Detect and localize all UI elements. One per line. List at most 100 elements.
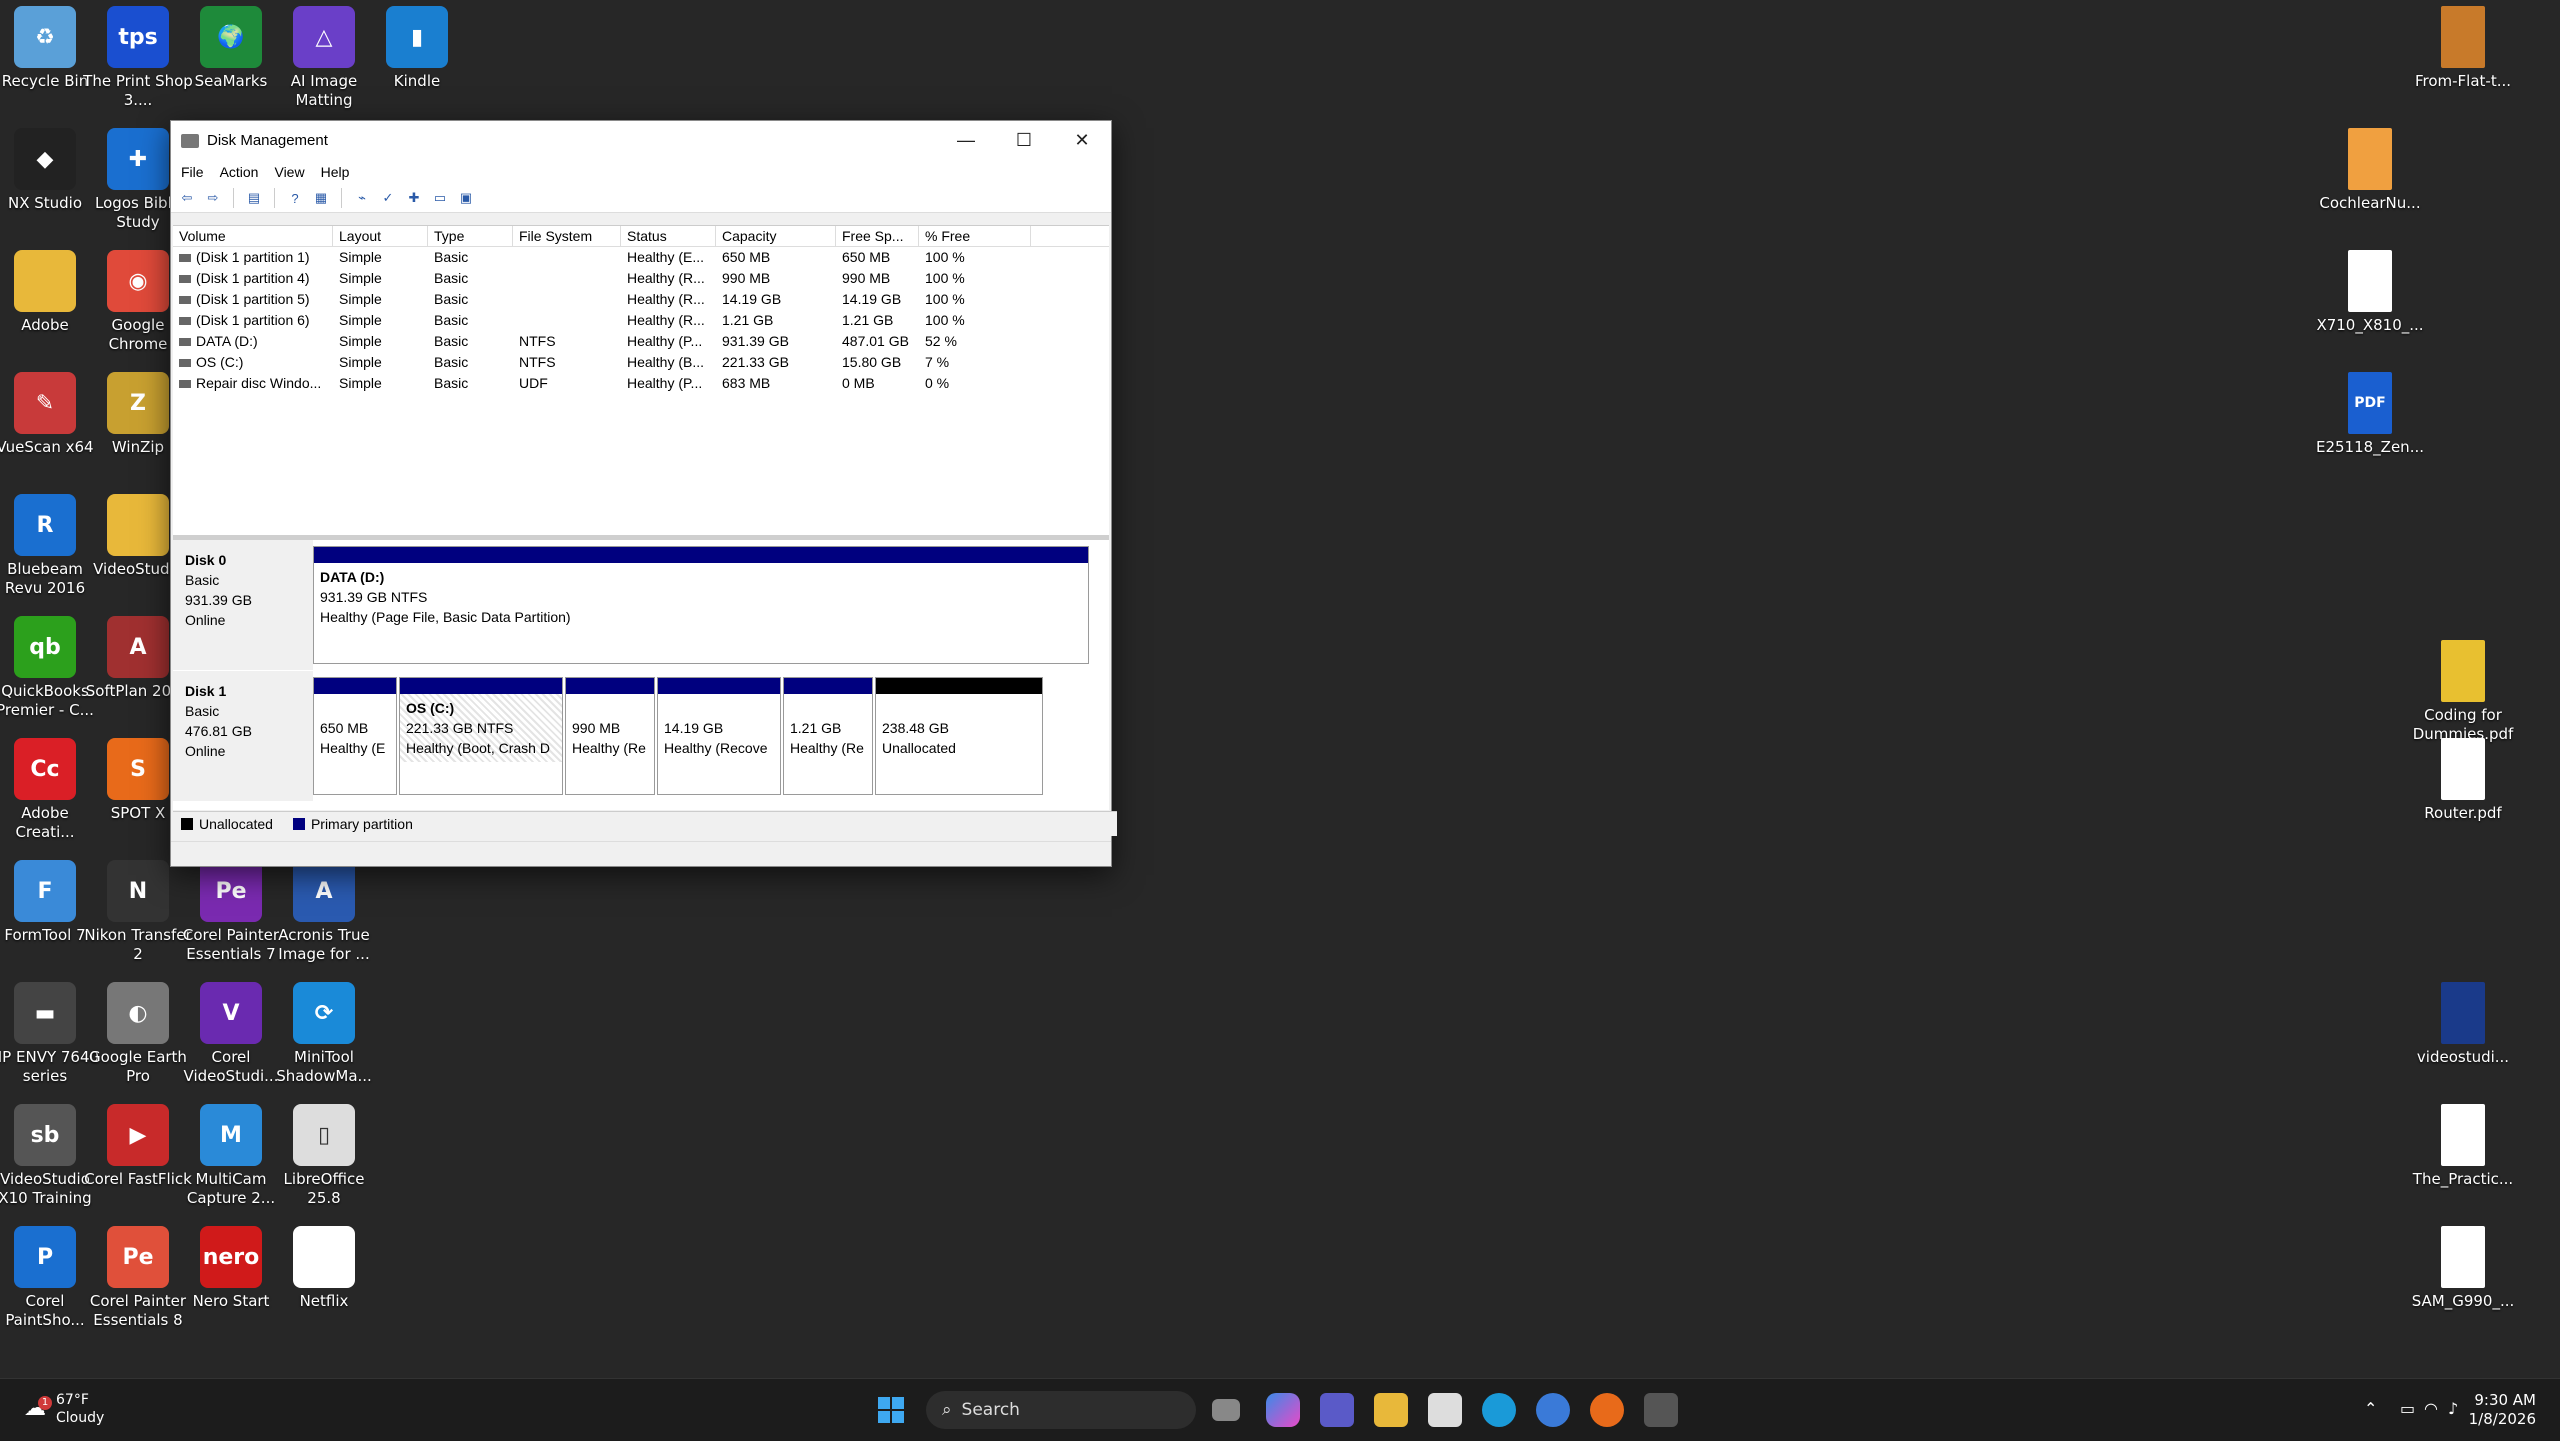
table-cell: 221.33 GB: [722, 354, 789, 370]
desktop-icon[interactable]: Netflix: [269, 1226, 379, 1311]
desktop-icon[interactable]: SAM_G990_...: [2408, 1226, 2518, 1311]
back-arrow-icon[interactable]: ⇦: [177, 188, 197, 208]
chevron-up-icon[interactable]: ⌃: [2364, 1399, 2377, 1418]
partition-segment[interactable]: 14.19 GB Healthy (Recove: [657, 677, 781, 795]
menu-action[interactable]: Action: [220, 164, 259, 180]
clock[interactable]: 9:30 AM 1/8/2026: [2469, 1391, 2536, 1429]
task-view-icon[interactable]: [1212, 1399, 1240, 1421]
disk-management-taskbar-icon[interactable]: [1644, 1393, 1678, 1427]
col-layout[interactable]: Layout: [333, 226, 428, 246]
desktop-icon[interactable]: CochlearNu...: [2315, 128, 2425, 213]
start-button[interactable]: [874, 1393, 908, 1427]
desktop-icon[interactable]: Coding for Dummies.pdf: [2408, 640, 2518, 744]
table-cell: Healthy (R...: [627, 312, 705, 328]
table-row[interactable]: (Disk 1 partition 5) Simple Basic Healthy (…: [173, 289, 1109, 310]
menu-view[interactable]: View: [274, 164, 304, 180]
maximize-button[interactable]: ☐: [995, 121, 1053, 160]
disk-1-row: Disk 1 Basic 476.81 GB Online 650 MB Heal…: [173, 671, 1109, 801]
desktop-icon[interactable]: ▮ Kindle: [362, 6, 472, 91]
desktop-icon-label: videostudi...: [2416, 1048, 2510, 1066]
partition-segment[interactable]: 650 MB Healthy (E: [313, 677, 397, 795]
col-volume[interactable]: Volume: [173, 226, 333, 246]
app-icon[interactable]: [1536, 1393, 1570, 1427]
edge-icon[interactable]: [1482, 1393, 1516, 1427]
desktop-icon[interactable]: Router.pdf: [2408, 738, 2518, 823]
desktop-icon[interactable]: The_Practic...: [2408, 1104, 2518, 1189]
properties-icon[interactable]: ▦: [311, 188, 331, 208]
table-cell: Basic: [434, 375, 469, 391]
partition-segment[interactable]: OS (C:) 221.33 GB NTFS Healthy (Boot, Cras…: [399, 677, 563, 795]
table-cell: [513, 310, 621, 331]
firefox-icon[interactable]: [1590, 1393, 1624, 1427]
table-cell: Simple: [339, 270, 382, 286]
help-icon[interactable]: ?: [285, 188, 305, 208]
primary-partition-band: [566, 678, 654, 694]
volume-icon[interactable]: ♪: [2448, 1399, 2458, 1418]
close-button[interactable]: ✕: [1053, 121, 1111, 160]
teams-icon[interactable]: [1320, 1393, 1354, 1427]
winzip-icon: Z: [107, 372, 169, 434]
partition-data-d[interactable]: DATA (D:) 931.39 GB NTFS Healthy (Page F…: [313, 546, 1089, 664]
weather-condition: Cloudy: [56, 1410, 105, 1426]
menu-help[interactable]: Help: [321, 164, 350, 180]
desktop-icon[interactable]: A Acronis True Image for ...: [269, 860, 379, 964]
table-cell: 14.19 GB: [722, 291, 782, 307]
table-cell: Simple: [339, 354, 382, 370]
table-cell: 990 MB: [842, 270, 891, 286]
col-free-space[interactable]: Free Sp...: [836, 226, 919, 246]
col-type[interactable]: Type: [428, 226, 513, 246]
minimize-button[interactable]: —: [937, 121, 995, 160]
file-explorer-icon[interactable]: [1374, 1393, 1408, 1427]
taskbar-search[interactable]: ⌕ Search: [926, 1391, 1196, 1429]
connect-icon[interactable]: ⌁: [352, 188, 372, 208]
desktop-icon[interactable]: videostudi...: [2408, 982, 2518, 1067]
menu-file[interactable]: File: [181, 164, 204, 180]
show-hide-console-icon[interactable]: ▤: [244, 188, 264, 208]
disk-0-label[interactable]: Disk 0 Basic 931.39 GB Online: [173, 540, 313, 670]
table-cell: Healthy (R...: [627, 270, 705, 286]
weather-temp: 67°F: [56, 1392, 89, 1408]
table-cell: UDF: [519, 375, 548, 391]
col-status[interactable]: Status: [621, 226, 716, 246]
table-row[interactable]: (Disk 1 partition 6) Simple Basic Healthy (…: [173, 310, 1109, 331]
microsoft-store-icon[interactable]: [1428, 1393, 1462, 1427]
open-folder-icon[interactable]: ▭: [430, 188, 450, 208]
title-bar[interactable]: Disk Management — ☐ ✕: [171, 121, 1111, 160]
checklist-icon[interactable]: ✓: [378, 188, 398, 208]
table-cell: 1.21 GB: [842, 312, 894, 328]
clock-time: 9:30 AM: [2474, 1391, 2536, 1409]
table-cell: Basic: [434, 354, 469, 370]
printer-icon: ▬: [14, 982, 76, 1044]
table-cell: 52 %: [925, 333, 957, 349]
unallocated-space[interactable]: 238.48 GB Unallocated: [875, 677, 1043, 795]
table-row[interactable]: (Disk 1 partition 4) Simple Basic Healthy (…: [173, 268, 1109, 289]
table-cell: 0 MB: [842, 375, 875, 391]
table-row[interactable]: OS (C:) Simple Basic NTFS Healthy (B... 221.3…: [173, 352, 1109, 373]
forward-arrow-icon[interactable]: ⇨: [203, 188, 223, 208]
table-cell: 100 %: [925, 291, 965, 307]
col-capacity[interactable]: Capacity: [716, 226, 836, 246]
partition-segment[interactable]: 1.21 GB Healthy (Re: [783, 677, 873, 795]
wifi-icon[interactable]: ◠: [2424, 1399, 2438, 1418]
new-folder-icon[interactable]: ✚: [404, 188, 424, 208]
primary-partition-band: [314, 678, 396, 694]
desktop-icon[interactable]: PDF E25118_Zen...: [2315, 372, 2425, 457]
col-percent-free[interactable]: % Free: [919, 226, 1031, 246]
quickbooks-icon: qb: [14, 616, 76, 678]
table-cell: Healthy (P...: [627, 333, 703, 349]
table-row[interactable]: DATA (D:) Simple Basic NTFS Healthy (P... 931…: [173, 331, 1109, 352]
recycle-bin-icon: ♻: [14, 6, 76, 68]
desktop-icon[interactable]: From-Flat-t...: [2408, 6, 2518, 91]
partition-segment[interactable]: 990 MB Healthy (Re: [565, 677, 655, 795]
weather-widget[interactable]: ☁ 1 67°F Cloudy: [24, 1391, 104, 1427]
desktop-icon[interactable]: ⟳ MiniTool ShadowMa...: [269, 982, 379, 1086]
desktop-icon[interactable]: X710_X810_...: [2315, 250, 2425, 335]
table-row[interactable]: Repair disc Windo... Simple Basic UDF Health…: [173, 373, 1109, 394]
col-file-system[interactable]: File System: [513, 226, 621, 246]
copilot-icon[interactable]: [1266, 1393, 1300, 1427]
desktop-icon[interactable]: ▯ LibreOffice 25.8: [269, 1104, 379, 1208]
table-row[interactable]: (Disk 1 partition 1) Simple Basic Healthy (…: [173, 247, 1109, 268]
display-icon[interactable]: ▭: [2400, 1399, 2415, 1418]
settings-icon[interactable]: ▣: [456, 188, 476, 208]
disk-1-label[interactable]: Disk 1 Basic 476.81 GB Online: [173, 671, 313, 801]
